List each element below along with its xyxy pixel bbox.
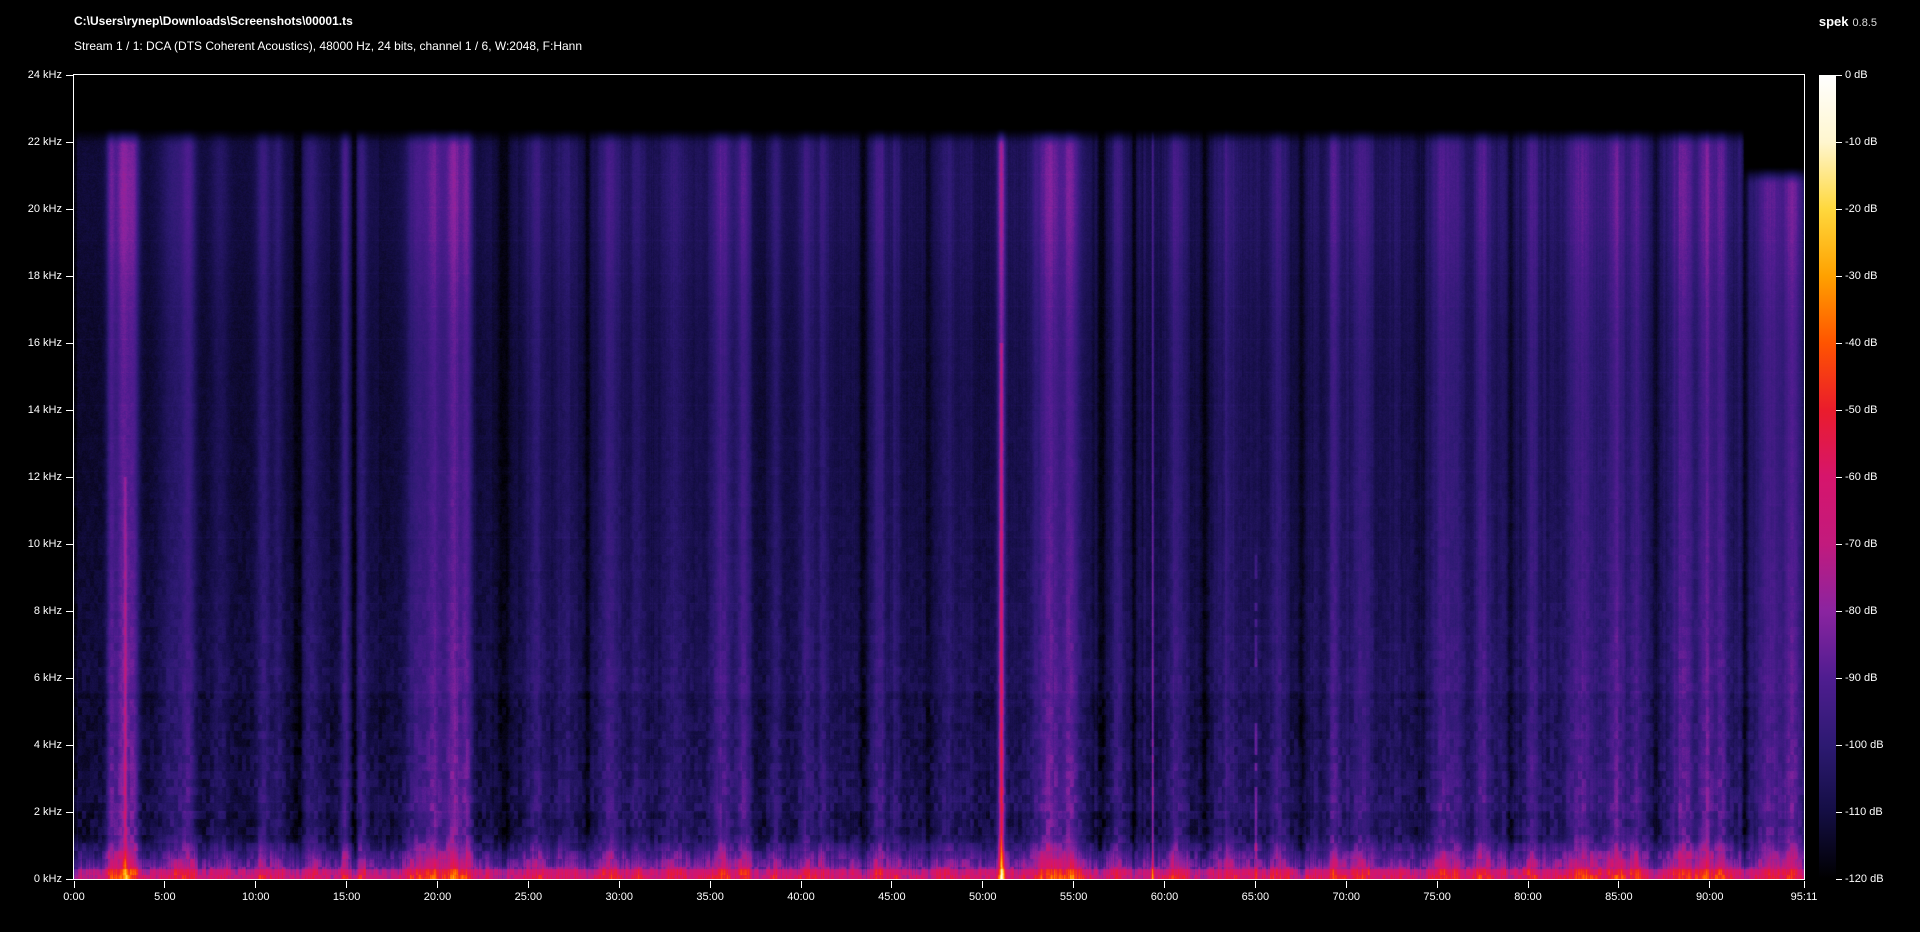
app-brand: spek 0.8.5: [1819, 14, 1877, 29]
db-tick-mark: [1836, 678, 1842, 679]
db-tick-label: -20 dB: [1845, 203, 1877, 215]
time-tick-label: 45:00: [862, 891, 922, 903]
db-tick-label: 0 dB: [1845, 69, 1868, 81]
time-tick-label: 90:00: [1680, 891, 1740, 903]
db-tick-label: -40 dB: [1845, 337, 1877, 349]
time-tick-mark: [891, 881, 892, 888]
time-tick-label: 5:00: [135, 891, 195, 903]
freq-tick-label: 24 kHz: [2, 69, 62, 81]
freq-tick-label: 10 kHz: [2, 538, 62, 550]
time-tick-mark: [1164, 881, 1165, 888]
db-tick-mark: [1836, 477, 1842, 478]
freq-tick-label: 4 kHz: [2, 739, 62, 751]
time-tick-mark: [164, 881, 165, 888]
time-tick-label: 80:00: [1498, 891, 1558, 903]
time-tick-mark: [1618, 881, 1619, 888]
time-tick-mark: [1804, 881, 1805, 888]
freq-tick-label: 22 kHz: [2, 136, 62, 148]
freq-tick-label: 2 kHz: [2, 806, 62, 818]
time-tick-mark: [74, 881, 75, 888]
freq-tick-label: 16 kHz: [2, 337, 62, 349]
time-tick-label: 60:00: [1135, 891, 1195, 903]
time-tick-label: 40:00: [771, 891, 831, 903]
time-tick-mark: [801, 881, 802, 888]
colorbar-gradient: [1819, 75, 1836, 879]
file-path-label: C:\Users\rynep\Downloads\Screenshots\000…: [74, 14, 353, 28]
db-tick-label: -60 dB: [1845, 471, 1877, 483]
db-tick-mark: [1836, 209, 1842, 210]
db-tick-mark: [1836, 343, 1842, 344]
stream-info-label: Stream 1 / 1: DCA (DTS Coherent Acoustic…: [74, 39, 582, 53]
spectrogram-plot: [73, 74, 1805, 880]
db-tick-mark: [1836, 410, 1842, 411]
db-tick-label: -10 dB: [1845, 136, 1877, 148]
freq-tick-label: 8 kHz: [2, 605, 62, 617]
freq-tick-label: 18 kHz: [2, 270, 62, 282]
time-tick-label: 15:00: [317, 891, 377, 903]
db-tick-mark: [1836, 611, 1842, 612]
app-version-label: 0.8.5: [1853, 17, 1877, 29]
freq-tick-label: 20 kHz: [2, 203, 62, 215]
time-tick-label: 75:00: [1407, 891, 1467, 903]
db-tick-mark: [1836, 142, 1842, 143]
db-tick-label: -30 dB: [1845, 270, 1877, 282]
time-tick-label: 10:00: [226, 891, 286, 903]
db-tick-mark: [1836, 75, 1842, 76]
time-tick-label: 35:00: [680, 891, 740, 903]
time-tick-label: 55:00: [1044, 891, 1104, 903]
app-name-label: spek: [1819, 14, 1849, 29]
time-tick-mark: [346, 881, 347, 888]
time-tick-mark: [1528, 881, 1529, 888]
time-tick-label: 0:00: [44, 891, 104, 903]
db-tick-label: -80 dB: [1845, 605, 1877, 617]
db-tick-label: -50 dB: [1845, 404, 1877, 416]
db-tick-label: -100 dB: [1845, 739, 1884, 751]
time-tick-label: 65:00: [1225, 891, 1285, 903]
spectrogram-canvas: [74, 75, 1804, 879]
freq-tick-label: 0 kHz: [2, 873, 62, 885]
db-tick-label: -90 dB: [1845, 672, 1877, 684]
time-tick-mark: [1346, 881, 1347, 888]
freq-tick-label: 6 kHz: [2, 672, 62, 684]
freq-tick-label: 14 kHz: [2, 404, 62, 416]
time-tick-mark: [1255, 881, 1256, 888]
db-tick-mark: [1836, 276, 1842, 277]
time-tick-mark: [255, 881, 256, 888]
time-tick-label: 95:11: [1774, 891, 1834, 903]
time-tick-mark: [1437, 881, 1438, 888]
db-tick-label: -120 dB: [1845, 873, 1884, 885]
time-tick-label: 70:00: [1316, 891, 1376, 903]
freq-tick-label: 12 kHz: [2, 471, 62, 483]
db-tick-mark: [1836, 879, 1842, 880]
time-tick-mark: [619, 881, 620, 888]
time-tick-label: 20:00: [408, 891, 468, 903]
db-tick-mark: [1836, 544, 1842, 545]
time-tick-mark: [437, 881, 438, 888]
time-tick-label: 50:00: [953, 891, 1013, 903]
time-tick-mark: [528, 881, 529, 888]
db-tick-mark: [1836, 812, 1842, 813]
db-tick-label: -110 dB: [1845, 806, 1883, 818]
time-tick-mark: [1709, 881, 1710, 888]
time-tick-label: 25:00: [498, 891, 558, 903]
db-tick-mark: [1836, 745, 1842, 746]
time-tick-label: 30:00: [589, 891, 649, 903]
time-tick-mark: [710, 881, 711, 888]
time-tick-mark: [1073, 881, 1074, 888]
time-tick-label: 85:00: [1589, 891, 1649, 903]
time-tick-mark: [982, 881, 983, 888]
db-tick-label: -70 dB: [1845, 538, 1877, 550]
